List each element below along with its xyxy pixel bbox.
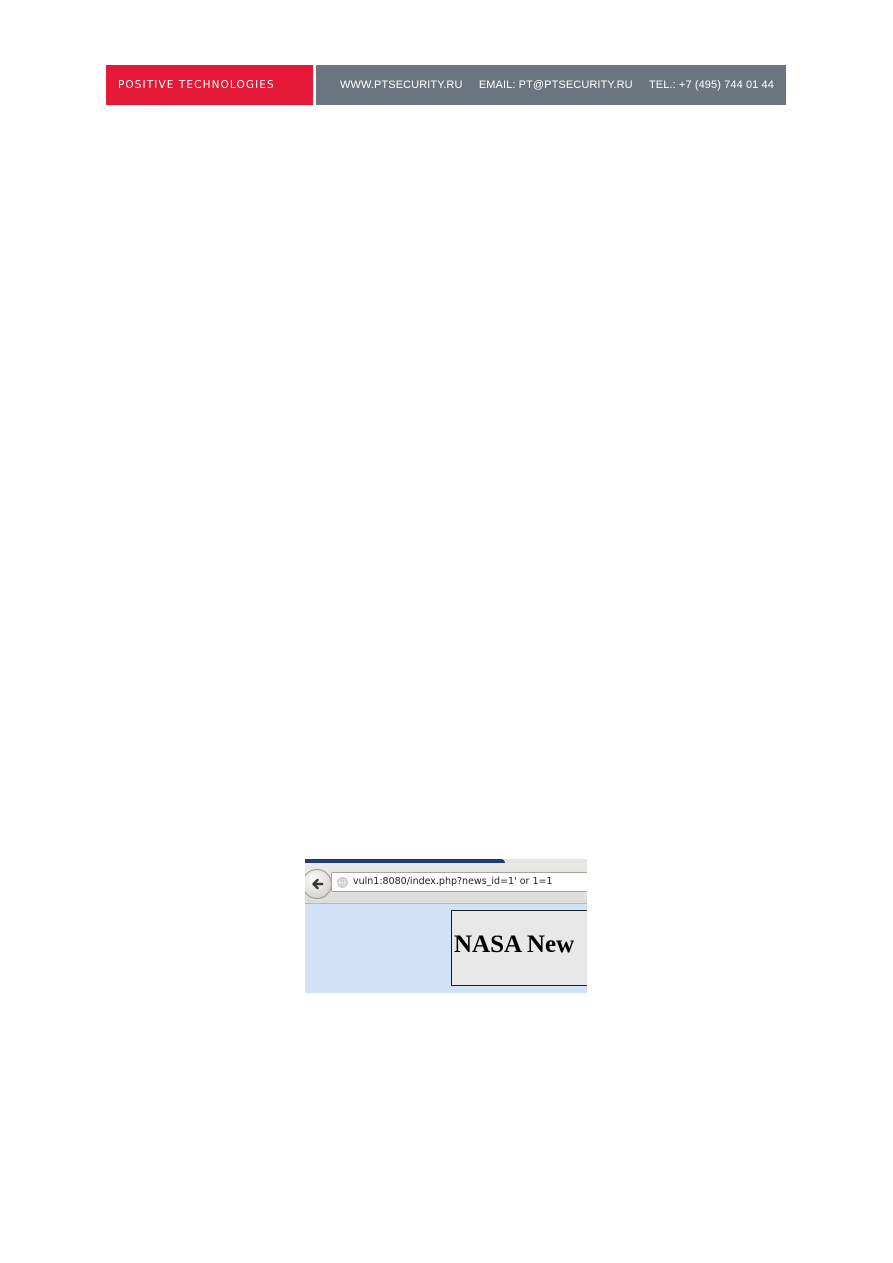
email-link[interactable]: EMAIL: PT@PTSECURITY.RU xyxy=(479,79,633,91)
globe-icon xyxy=(337,877,348,888)
browser-screenshot: vuln1:8080/index.php?news_id=1' or 1=1 N… xyxy=(305,859,587,993)
back-button[interactable] xyxy=(305,869,332,899)
back-arrow-icon xyxy=(312,878,324,890)
banner-title: NASA New xyxy=(454,931,575,958)
browser-navbar: vuln1:8080/index.php?news_id=1' or 1=1 xyxy=(305,863,587,904)
web-page-content: NASA New xyxy=(305,904,587,993)
phone-number: TEL.: +7 (495) 744 01 44 xyxy=(648,79,774,91)
url-text: vuln1:8080/index.php?news_id=1' or 1=1 xyxy=(353,876,553,887)
address-bar[interactable]: vuln1:8080/index.php?news_id=1' or 1=1 xyxy=(331,872,587,892)
contact-bar: WWW.PTSECURITY.RU EMAIL: PT@PTSECURITY.R… xyxy=(316,65,786,105)
website-link[interactable]: WWW.PTSECURITY.RU xyxy=(340,79,463,91)
document-header: POSITIVE TECHNOLOGIES WWW.PTSECURITY.RU … xyxy=(106,65,786,105)
brand-logo: POSITIVE TECHNOLOGIES xyxy=(106,65,313,105)
site-banner: NASA New xyxy=(451,910,587,986)
